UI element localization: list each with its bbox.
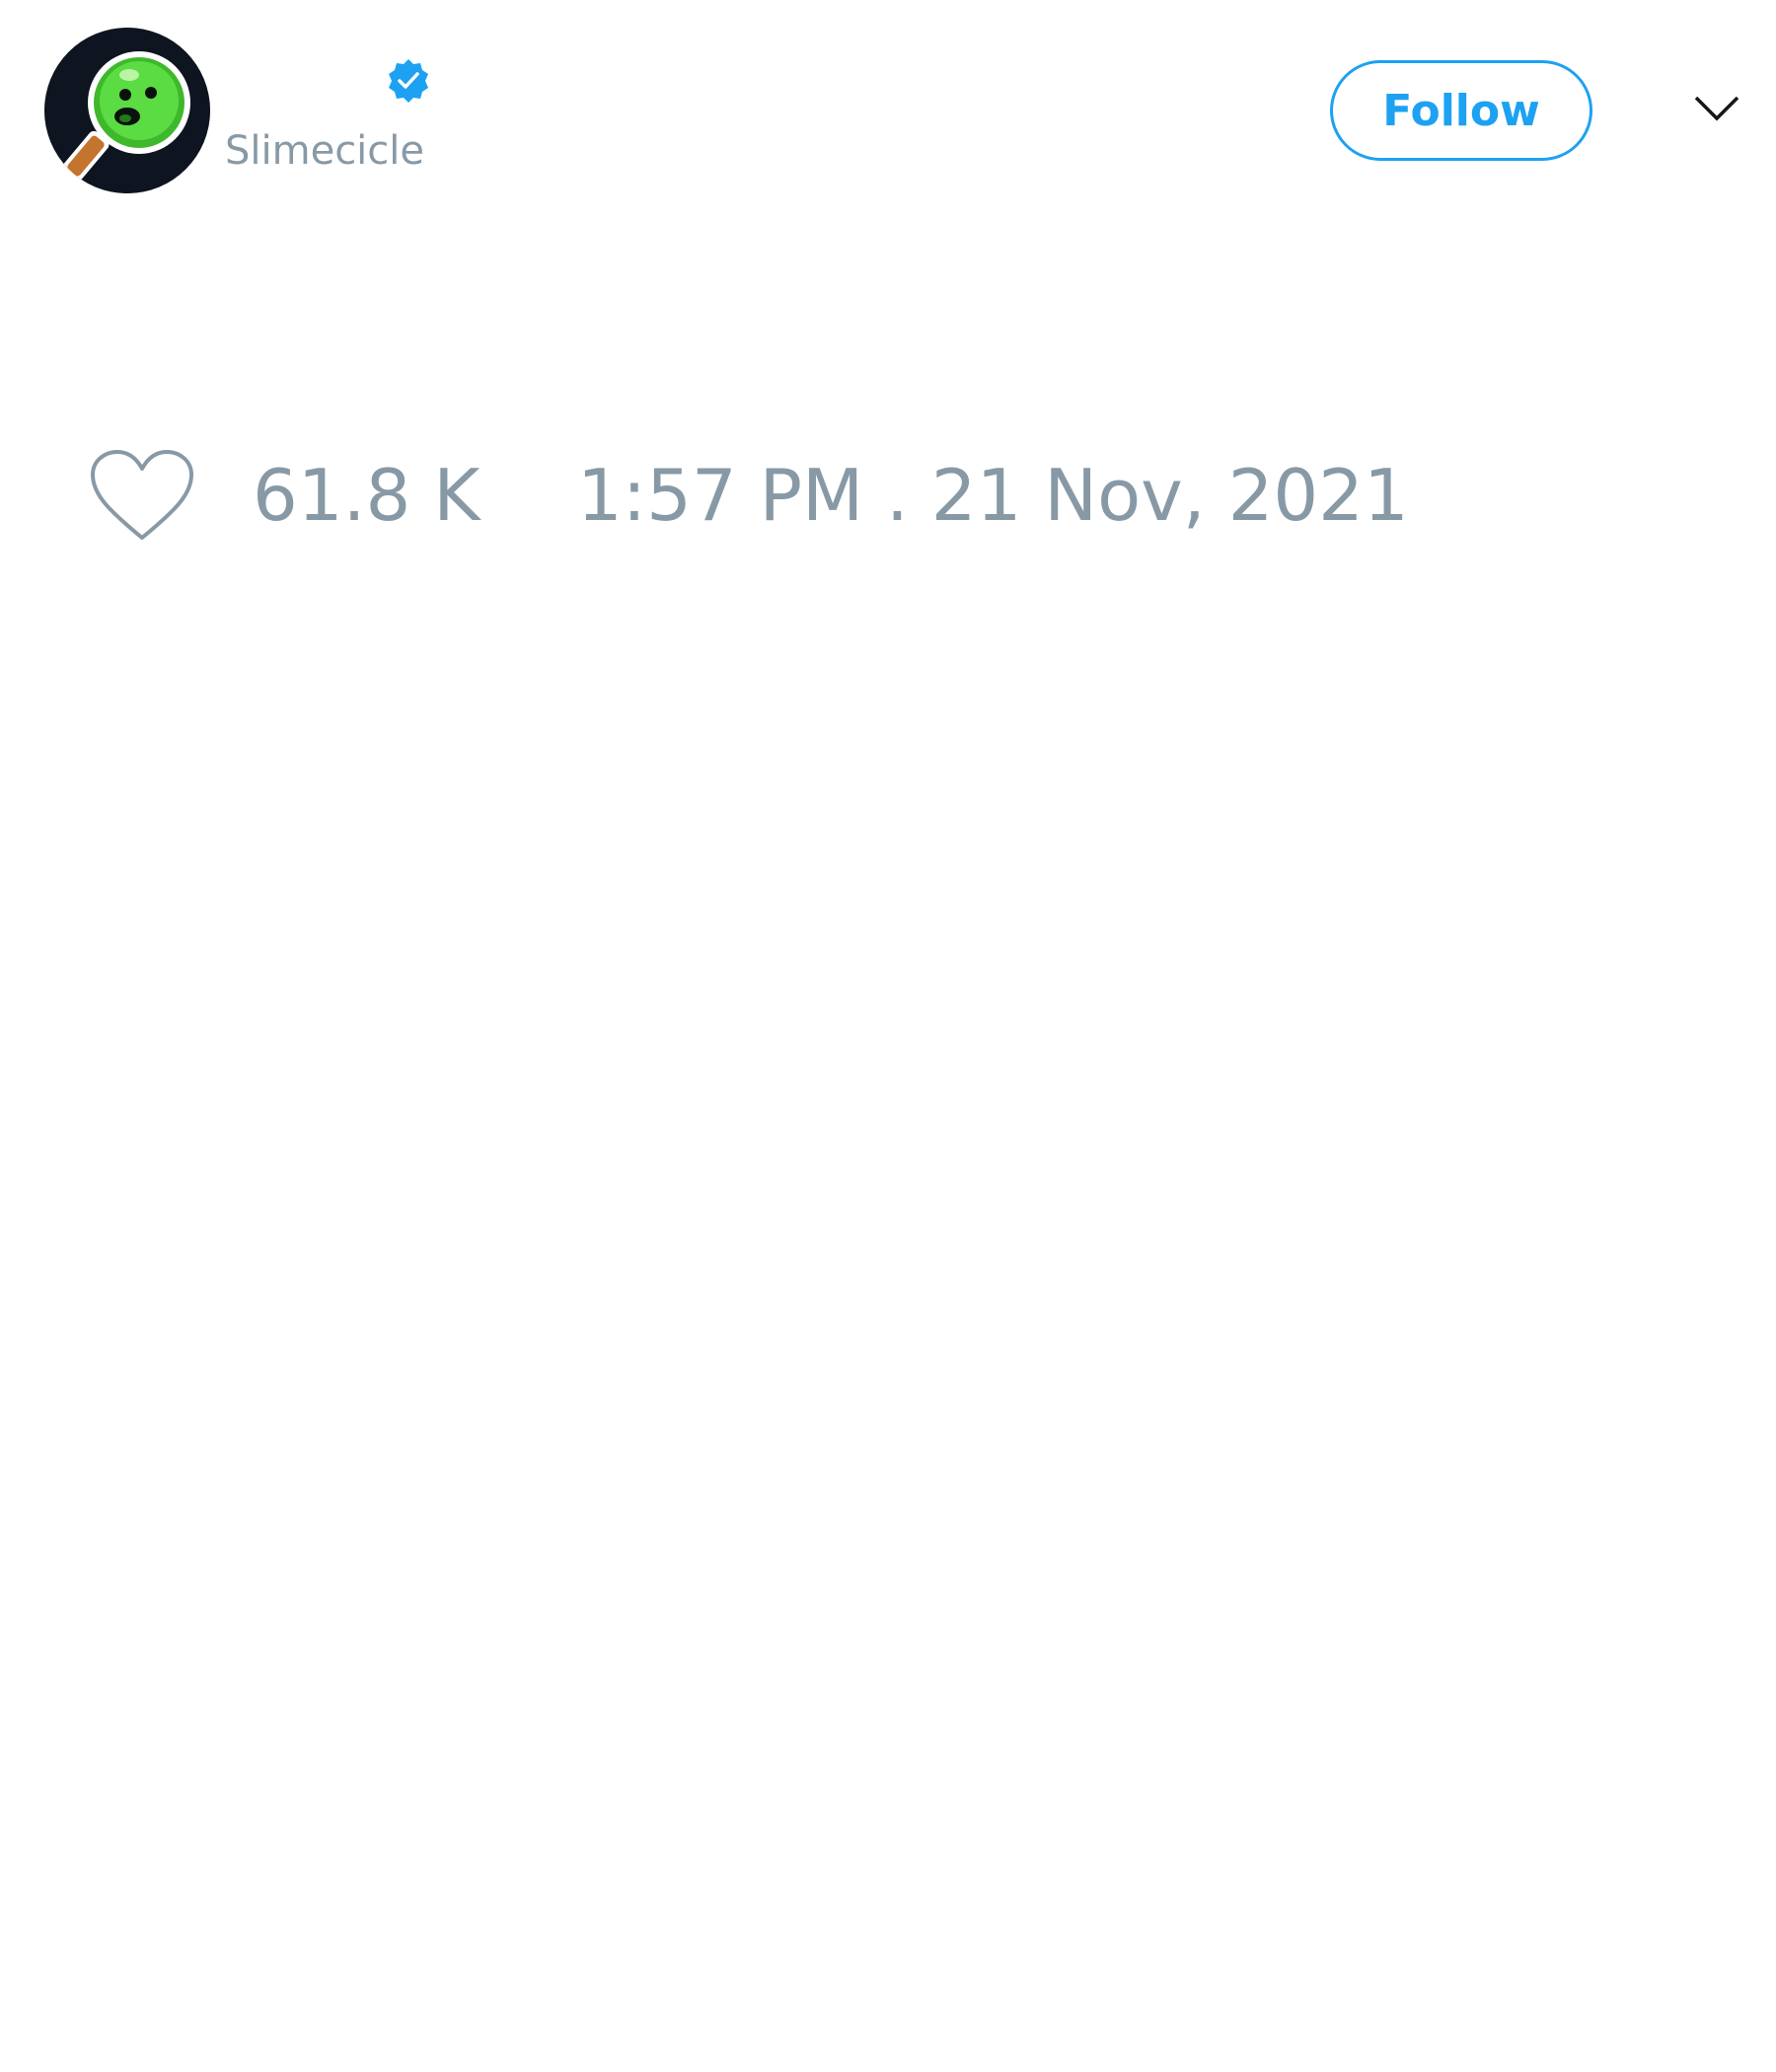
like-count: 61.8 K	[253, 454, 481, 537]
tweet-timestamp[interactable]: 1:57 PM . 21 Nov, 2021	[577, 454, 1409, 537]
slime-popsicle-avatar-icon	[44, 28, 210, 193]
author-avatar[interactable]	[44, 28, 210, 193]
heart-outline-icon[interactable]	[89, 449, 195, 544]
verified-badge-icon	[386, 58, 431, 104]
tweet-action-row: 61.8 K 1:57 PM . 21 Nov, 2021	[0, 434, 1776, 553]
chevron-down-icon[interactable]	[1692, 93, 1741, 124]
follow-button[interactable]: Follow	[1330, 60, 1592, 161]
tweet-card: Slimecicle Follow 61.8 K 1:57 PM . 21 No…	[0, 0, 1776, 2072]
author-username[interactable]: Slimecicle	[225, 126, 424, 176]
